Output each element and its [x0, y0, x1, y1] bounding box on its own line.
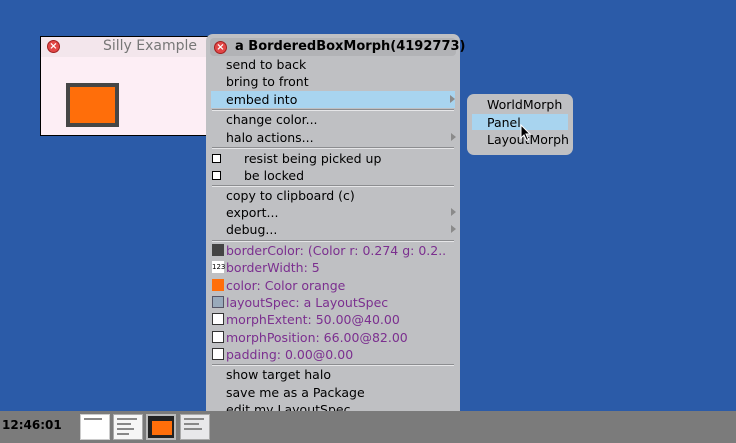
menu-item-label: show target halo [226, 367, 331, 382]
color-swatch-icon [212, 279, 224, 291]
menu-item-label: be locked [244, 168, 305, 183]
menu-item-halo-actions[interactable]: halo actions... [206, 129, 460, 146]
bordered-box-morph[interactable] [66, 83, 119, 127]
number-123-icon: 123 [212, 261, 226, 273]
menu-item-morph-extent[interactable]: morphExtent: 50.00@40.00 [206, 311, 460, 328]
menu-item-label: resist being picked up [244, 151, 382, 166]
menu-item-label: halo actions... [226, 130, 314, 145]
menu-item-label: copy to clipboard (c) [226, 188, 355, 203]
menu-item-label: padding: 0.00@0.00 [226, 347, 354, 362]
color-swatch-icon [212, 244, 224, 256]
menu-item-resist-picked-up[interactable]: resist being picked up [206, 150, 460, 167]
silly-example-window[interactable]: × Silly Example [40, 36, 210, 136]
point-icon [212, 313, 224, 325]
thumbnail-preview [152, 421, 172, 435]
taskbar-thumbnail[interactable] [113, 414, 143, 440]
menu-item-send-to-back[interactable]: send to back [206, 56, 460, 73]
menu-item-export[interactable]: export... [206, 204, 460, 221]
submenu-item-worldmorph[interactable]: WorldMorph [472, 96, 568, 112]
menu-item-label: change color... [226, 112, 318, 127]
menu-separator [212, 147, 454, 149]
checkbox-icon[interactable] [212, 154, 221, 163]
menu-item-layout-spec[interactable]: layoutSpec: a LayoutSpec [206, 294, 460, 311]
submenu-arrow-icon [450, 95, 455, 103]
taskbar-thumbnail[interactable] [146, 414, 176, 440]
menu-item-change-color[interactable]: change color... [206, 111, 460, 128]
taskbar-thumbnail[interactable] [180, 414, 210, 440]
menu-item-label: morphExtent: 50.00@40.00 [226, 312, 400, 327]
close-icon[interactable]: × [47, 40, 60, 53]
taskbar: 12:46:01 [0, 411, 736, 443]
menu-item-label: color: Color orange [226, 278, 346, 293]
menu-item-morph-position[interactable]: morphPosition: 66.00@82.00 [206, 329, 460, 346]
menu-title-bar: × a BorderedBoxMorph(4192773) [210, 38, 465, 56]
menu-item-label: send to back [226, 57, 307, 72]
window-title-bar[interactable]: × Silly Example [41, 37, 209, 57]
menu-item-label: layoutSpec: a LayoutSpec [226, 295, 389, 310]
menu-item-label: export... [226, 205, 279, 220]
taskbar-thumbnail[interactable] [80, 414, 110, 440]
menu-item-embed-into[interactable]: embed into [211, 91, 455, 108]
menu-item-be-locked[interactable]: be locked [206, 167, 460, 184]
submenu-item-label: Panel [487, 115, 521, 130]
menu-item-label: save me as a Package [226, 385, 365, 400]
window-title: Silly Example [103, 38, 198, 54]
menu-item-label: borderWidth: 5 [226, 260, 320, 275]
menu-item-bring-to-front[interactable]: bring to front [206, 73, 460, 90]
menu-item-copy-to-clipboard[interactable]: copy to clipboard (c) [206, 187, 460, 204]
close-icon[interactable]: × [214, 41, 227, 54]
submenu-arrow-icon [451, 225, 456, 233]
submenu-arrow-icon [451, 208, 456, 216]
clock: 12:46:01 [2, 418, 62, 432]
point-icon [212, 348, 224, 360]
layout-icon [212, 296, 224, 308]
menu-item-show-target-halo[interactable]: show target halo [206, 366, 460, 383]
menu-item-label: debug... [226, 222, 278, 237]
menu-item-border-width[interactable]: 123 borderWidth: 5 [206, 259, 460, 276]
menu-item-padding[interactable]: padding: 0.00@0.00 [206, 346, 460, 363]
menu-item-border-color[interactable]: borderColor: (Color r: 0.274 g: 0.2.. [206, 242, 460, 259]
point-icon [212, 331, 224, 343]
mouse-pointer-icon [520, 124, 532, 142]
context-menu: × a BorderedBoxMorph(4192773) send to ba… [206, 34, 465, 424]
menu-item-label: bring to front [226, 74, 309, 89]
menu-item-color[interactable]: color: Color orange [206, 277, 460, 294]
menu-item-debug[interactable]: debug... [206, 221, 460, 238]
menu-item-save-as-package[interactable]: save me as a Package [206, 384, 460, 401]
submenu-item-label: WorldMorph [487, 97, 563, 112]
menu-item-label: embed into [226, 92, 298, 107]
menu-item-label: morphPosition: 66.00@82.00 [226, 330, 408, 345]
checkbox-icon[interactable] [212, 171, 221, 180]
menu-item-label: borderColor: (Color r: 0.274 g: 0.2.. [226, 243, 447, 258]
submenu-arrow-icon [451, 133, 456, 141]
menu-title: a BorderedBoxMorph(4192773) [235, 39, 466, 54]
